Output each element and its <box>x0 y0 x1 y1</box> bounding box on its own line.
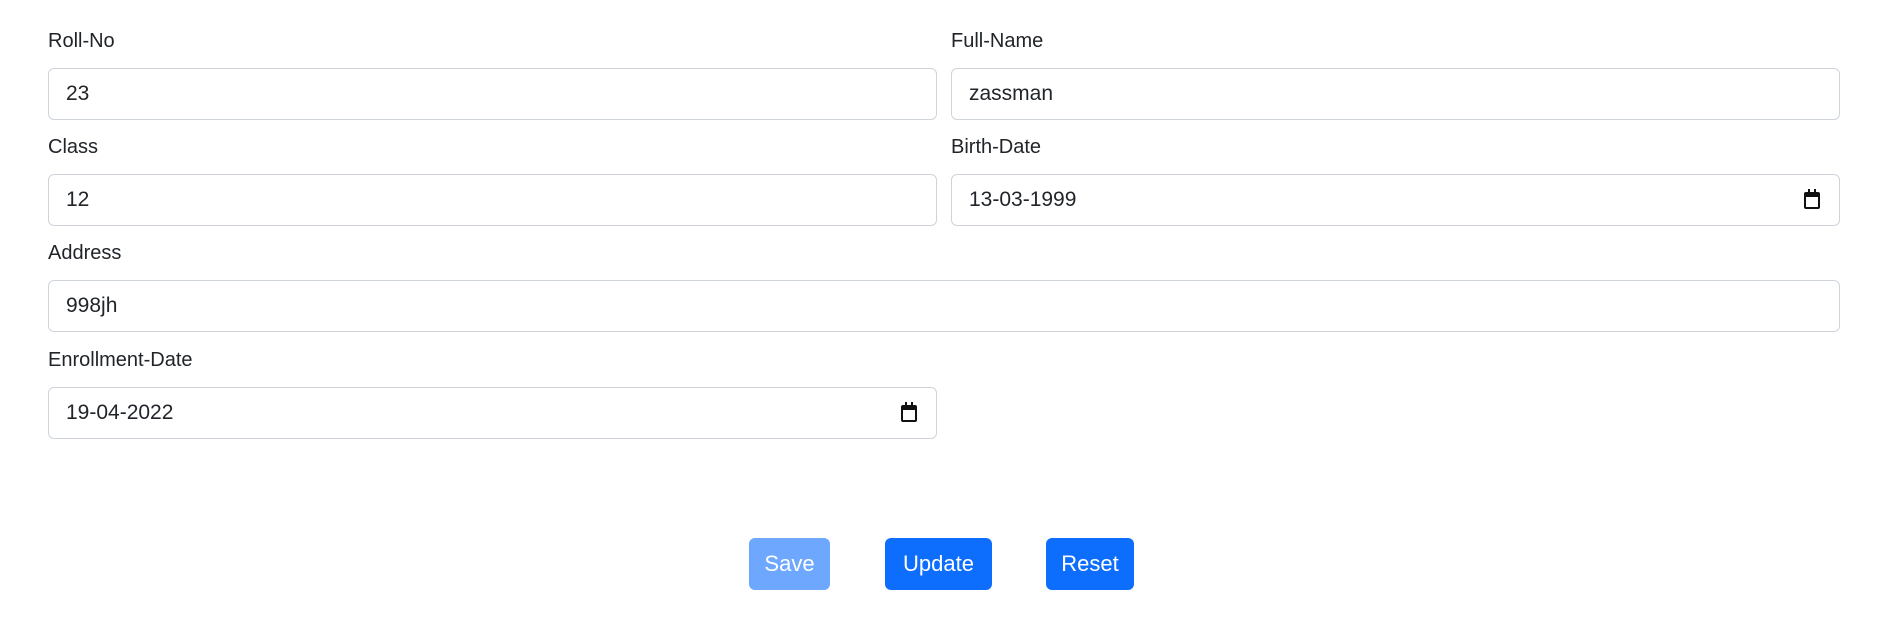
full-name-input[interactable]: zassman <box>951 68 1840 120</box>
birth-date-input[interactable]: 13-03-1999 <box>951 174 1840 226</box>
empty-column <box>951 332 1840 439</box>
form-row-class-birth: Class 12 Birth-Date 13-03-1999 <box>48 120 1840 226</box>
birth-date-value: 13-03-1999 <box>969 188 1077 211</box>
birth-date-label: Birth-Date <box>951 136 1042 158</box>
enrollment-date-label: Enrollment-Date <box>48 349 193 371</box>
enrollment-date-value: 19-04-2022 <box>66 401 174 424</box>
form-actions: Save Update Reset <box>0 538 1886 590</box>
class-value: 12 <box>66 188 90 211</box>
birth-date-group: Birth-Date 13-03-1999 <box>951 120 1840 226</box>
enrollment-date-input[interactable]: 19-04-2022 <box>48 387 937 439</box>
form-row-address: Address 998jh <box>48 226 1840 332</box>
update-button[interactable]: Update <box>885 538 992 590</box>
class-group: Class 12 <box>48 120 937 226</box>
calendar-icon[interactable] <box>1804 188 1820 209</box>
calendar-icon[interactable] <box>901 401 917 422</box>
roll-no-value: 23 <box>66 82 90 105</box>
roll-no-group: Roll-No 23 <box>48 0 937 120</box>
address-label: Address <box>48 242 122 264</box>
full-name-value: zassman <box>969 82 1054 105</box>
roll-no-input[interactable]: 23 <box>48 68 937 120</box>
enrollment-date-group: Enrollment-Date 19-04-2022 <box>48 332 937 439</box>
save-button[interactable]: Save <box>749 538 830 590</box>
roll-no-label: Roll-No <box>48 30 115 52</box>
reset-button[interactable]: Reset <box>1046 538 1134 590</box>
address-value: 998jh <box>66 294 118 317</box>
address-input[interactable]: 998jh <box>48 280 1840 332</box>
form-row-enrollment: Enrollment-Date 19-04-2022 <box>48 332 1840 439</box>
class-label: Class <box>48 136 99 158</box>
address-group: Address 998jh <box>48 226 1840 332</box>
class-input[interactable]: 12 <box>48 174 937 226</box>
student-form: Roll-No 23 Full-Name zassman Class 12 Bi… <box>48 0 1840 439</box>
form-row-roll-name: Roll-No 23 Full-Name zassman <box>48 0 1840 120</box>
full-name-label: Full-Name <box>951 30 1044 52</box>
full-name-group: Full-Name zassman <box>951 0 1840 120</box>
